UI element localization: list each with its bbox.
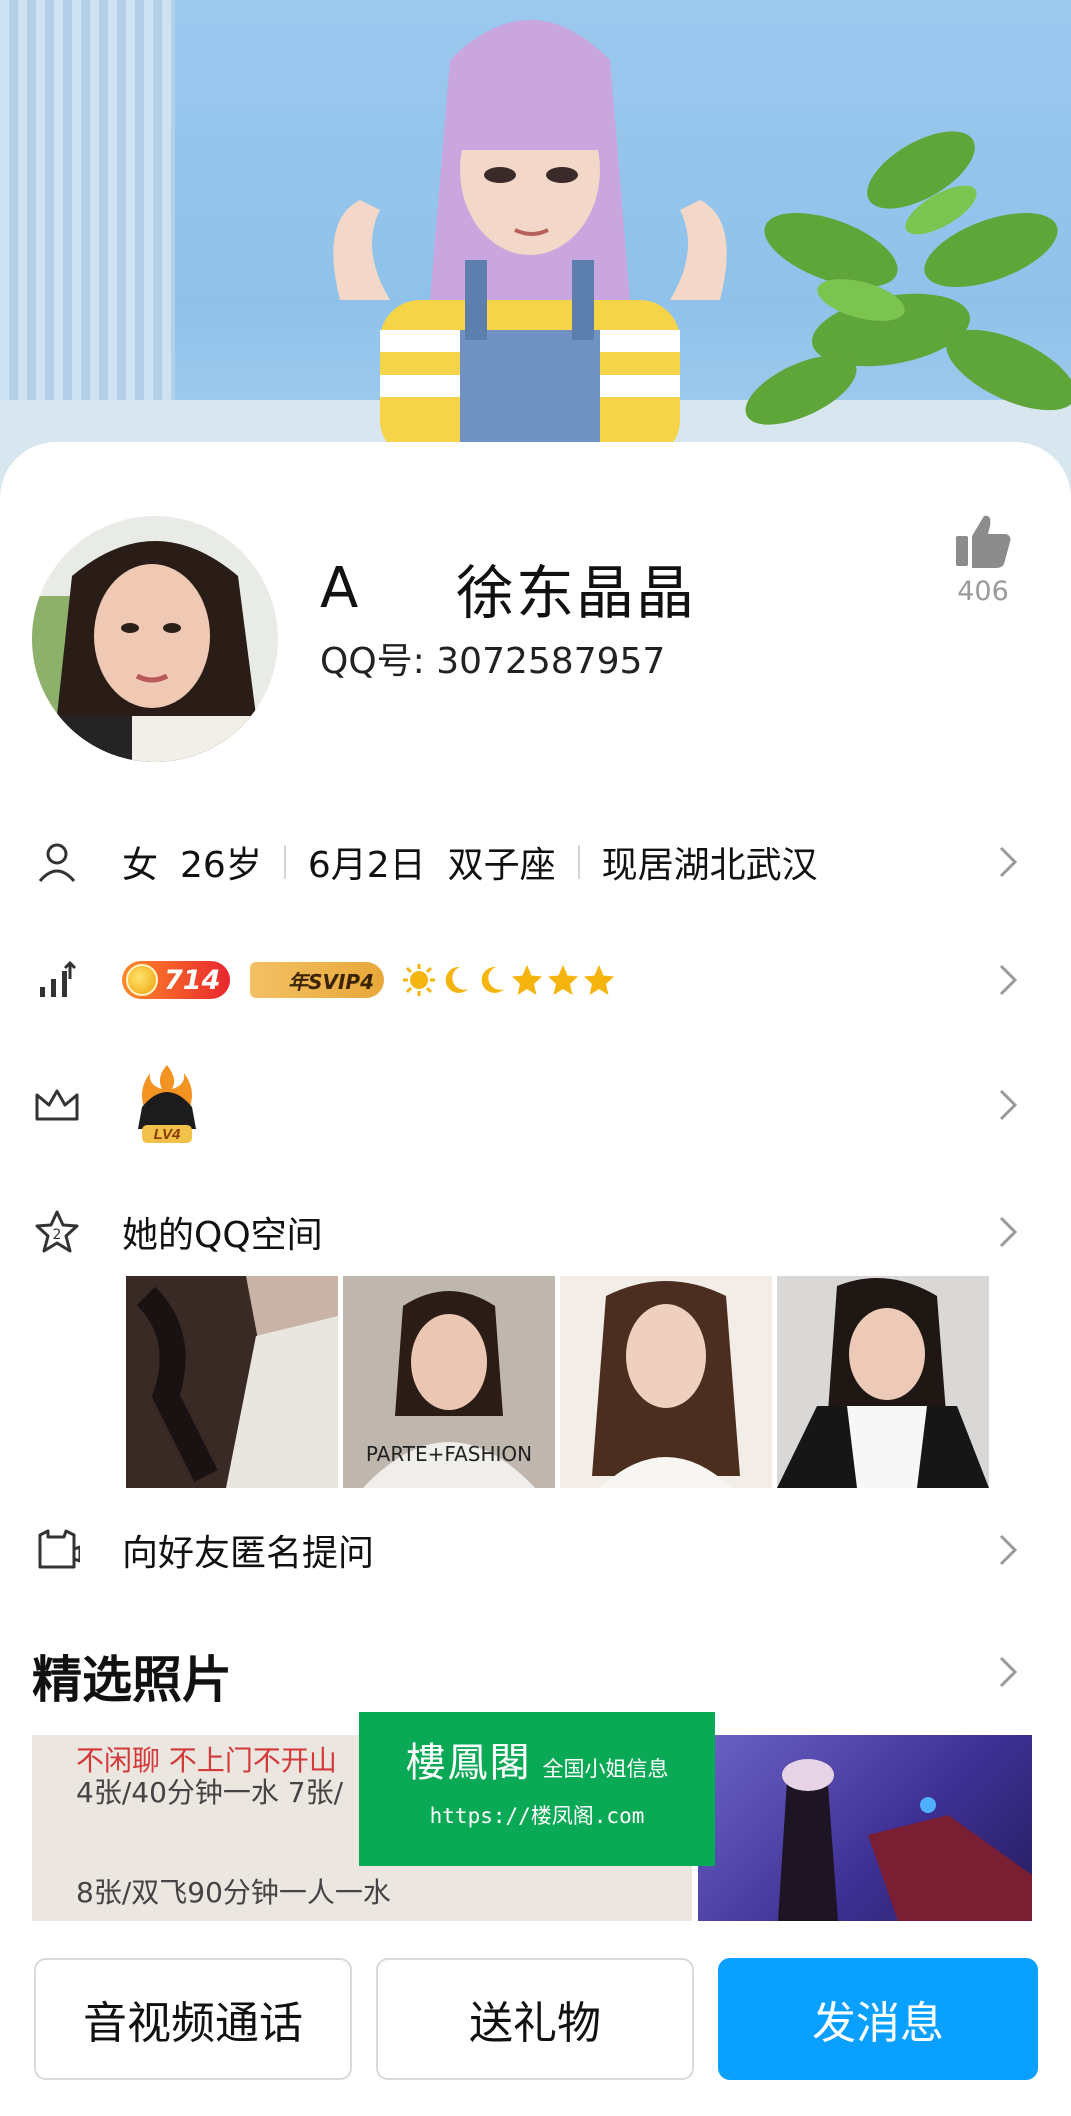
moon-icon xyxy=(438,963,472,997)
qzone-thumbnails: PARTE+FASHION xyxy=(126,1276,994,1488)
divider xyxy=(283,845,286,879)
profile-cover-image[interactable] xyxy=(0,0,1071,500)
vip-row[interactable]: LV4 xyxy=(0,1055,1071,1155)
cover-3d-character xyxy=(333,20,727,460)
location: 现居湖北武汉 xyxy=(601,845,818,886)
qq-level-badge: 714 xyxy=(122,961,230,999)
question-box-icon xyxy=(32,1525,82,1575)
qq-number[interactable]: QQ号: 3072587957 xyxy=(320,632,665,684)
crown-icon xyxy=(32,1080,82,1130)
svg-text:PARTE+FASHION: PARTE+FASHION xyxy=(366,1442,532,1466)
qzone-star-icon: 2 xyxy=(32,1207,82,1257)
chevron-right-icon xyxy=(999,964,1018,996)
gender: 女 xyxy=(122,845,159,886)
lv4-flame-badge-icon: LV4 xyxy=(138,1065,196,1143)
like-count: 406 xyxy=(957,576,1009,607)
birthday: 6月2日 xyxy=(307,845,426,886)
chevron-right-icon xyxy=(999,1216,1018,1248)
action-bar: 音视频通话 送礼物 发消息 xyxy=(34,1958,1038,2080)
zodiac: 双子座 xyxy=(447,845,556,886)
featured-photos-title: 精选照片 xyxy=(32,1651,232,1709)
moon-icon xyxy=(474,963,508,997)
send-gift-button[interactable]: 送礼物 xyxy=(376,1958,694,2080)
chevron-right-icon xyxy=(999,1089,1018,1121)
watermark-title: 樓鳳閣 xyxy=(405,1740,532,1786)
level-row[interactable]: 714 年SVIP4 xyxy=(0,930,1071,1030)
star-icon xyxy=(582,963,616,997)
qq-number-label: QQ号: xyxy=(320,641,425,682)
lv4-badge-text: LV4 xyxy=(154,1126,181,1143)
qzone-thumbnail[interactable] xyxy=(560,1276,772,1488)
svip-badge: 年SVIP4 xyxy=(250,962,384,998)
cover-plant xyxy=(745,131,1071,425)
chevron-right-icon[interactable] xyxy=(995,1652,1021,1692)
qzone-label: 她的QQ空间 xyxy=(122,1215,323,1256)
sun-icon xyxy=(402,963,436,997)
thumbs-up-icon xyxy=(956,515,1011,568)
nickname: A 徐东晶晶 xyxy=(320,548,696,628)
anonymous-question-row[interactable]: 向好友匿名提问 xyxy=(0,1500,1071,1600)
send-message-button[interactable]: 发消息 xyxy=(718,1958,1038,2080)
chevron-right-icon xyxy=(999,846,1018,878)
watermark-subtitle: 全国小姐信息 xyxy=(542,1757,669,1781)
chevron-right-icon xyxy=(999,1534,1018,1566)
qzone-thumbnail[interactable]: PARTE+FASHION xyxy=(343,1276,555,1488)
star-icon xyxy=(546,963,580,997)
qzone-thumbnail[interactable] xyxy=(126,1276,338,1488)
person-icon xyxy=(32,837,82,887)
nickname-text: 徐东晶晶 xyxy=(456,559,697,627)
watermark-overlay: 樓鳳閣 全国小姐信息 https://楼凤阁.com xyxy=(359,1712,715,1866)
profile-avatar[interactable] xyxy=(32,516,278,762)
divider xyxy=(577,845,580,879)
star-icon xyxy=(510,963,544,997)
svip-label: 年SVIP4 xyxy=(288,969,374,994)
featured-photo[interactable] xyxy=(698,1735,1032,1921)
level-chart-icon xyxy=(32,955,82,1005)
coin-icon xyxy=(126,964,158,996)
anonymous-question-label: 向好友匿名提问 xyxy=(122,1533,375,1574)
qq-number-value: 3072587957 xyxy=(436,641,666,682)
svg-text:2: 2 xyxy=(53,1227,62,1243)
video-call-button[interactable]: 音视频通话 xyxy=(34,1958,352,2080)
qzone-thumbnail[interactable] xyxy=(777,1276,989,1488)
nickname-prefix: A xyxy=(320,555,359,621)
qzone-row[interactable]: 2 她的QQ空间 xyxy=(0,1182,1071,1282)
like-button[interactable]: 406 xyxy=(950,512,1016,607)
age: 26岁 xyxy=(180,845,262,886)
basic-info-row[interactable]: 女 26岁 6月2日 双子座 现居湖北武汉 xyxy=(0,812,1071,912)
qq-level-number: 714 xyxy=(164,964,221,996)
watermark-url: https://楼凤阁.com xyxy=(429,1804,645,1828)
photo-text-line: 4张/40分钟一水 7张/ xyxy=(76,1776,344,1809)
level-icons xyxy=(402,963,618,997)
photo-text-line: 8张/双飞90分钟一人一水 xyxy=(76,1876,391,1909)
